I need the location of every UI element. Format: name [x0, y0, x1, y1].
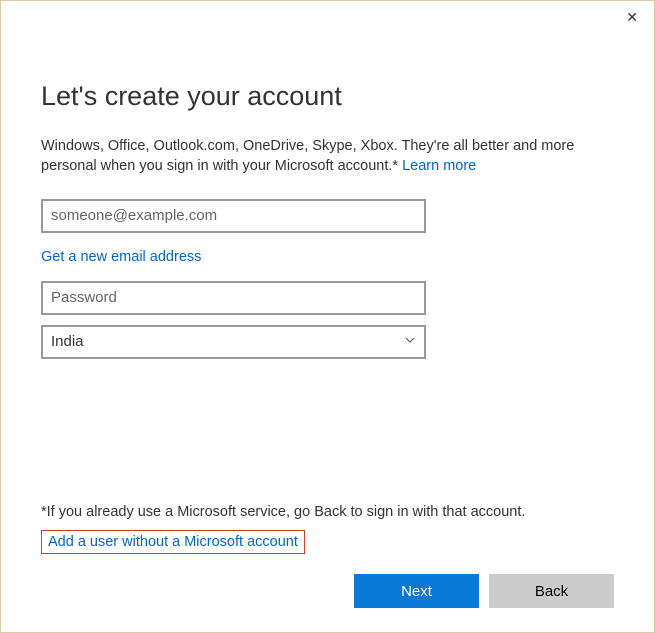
email-field[interactable] — [41, 199, 426, 233]
password-field[interactable] — [41, 281, 426, 315]
chevron-down-icon — [404, 334, 416, 349]
button-row: Next Back — [41, 574, 614, 608]
footer: *If you already use a Microsoft service,… — [41, 504, 614, 608]
add-user-without-account-link[interactable]: Add a user without a Microsoft account — [41, 530, 305, 554]
close-icon[interactable]: ✕ — [626, 9, 638, 26]
next-button[interactable]: Next — [354, 574, 479, 608]
form-fields: Get a new email address India — [41, 199, 426, 359]
learn-more-link[interactable]: Learn more — [402, 158, 476, 174]
footnote-text: *If you already use a Microsoft service,… — [41, 504, 614, 520]
get-new-email-link[interactable]: Get a new email address — [41, 249, 201, 265]
description-text: Windows, Office, Outlook.com, OneDrive, … — [41, 138, 574, 174]
description: Windows, Office, Outlook.com, OneDrive, … — [41, 136, 614, 177]
back-button[interactable]: Back — [489, 574, 614, 608]
dialog-content: Let's create your account Windows, Offic… — [1, 1, 654, 359]
page-title: Let's create your account — [41, 81, 614, 112]
country-select[interactable]: India — [41, 325, 426, 359]
country-selected-value: India — [51, 333, 84, 350]
